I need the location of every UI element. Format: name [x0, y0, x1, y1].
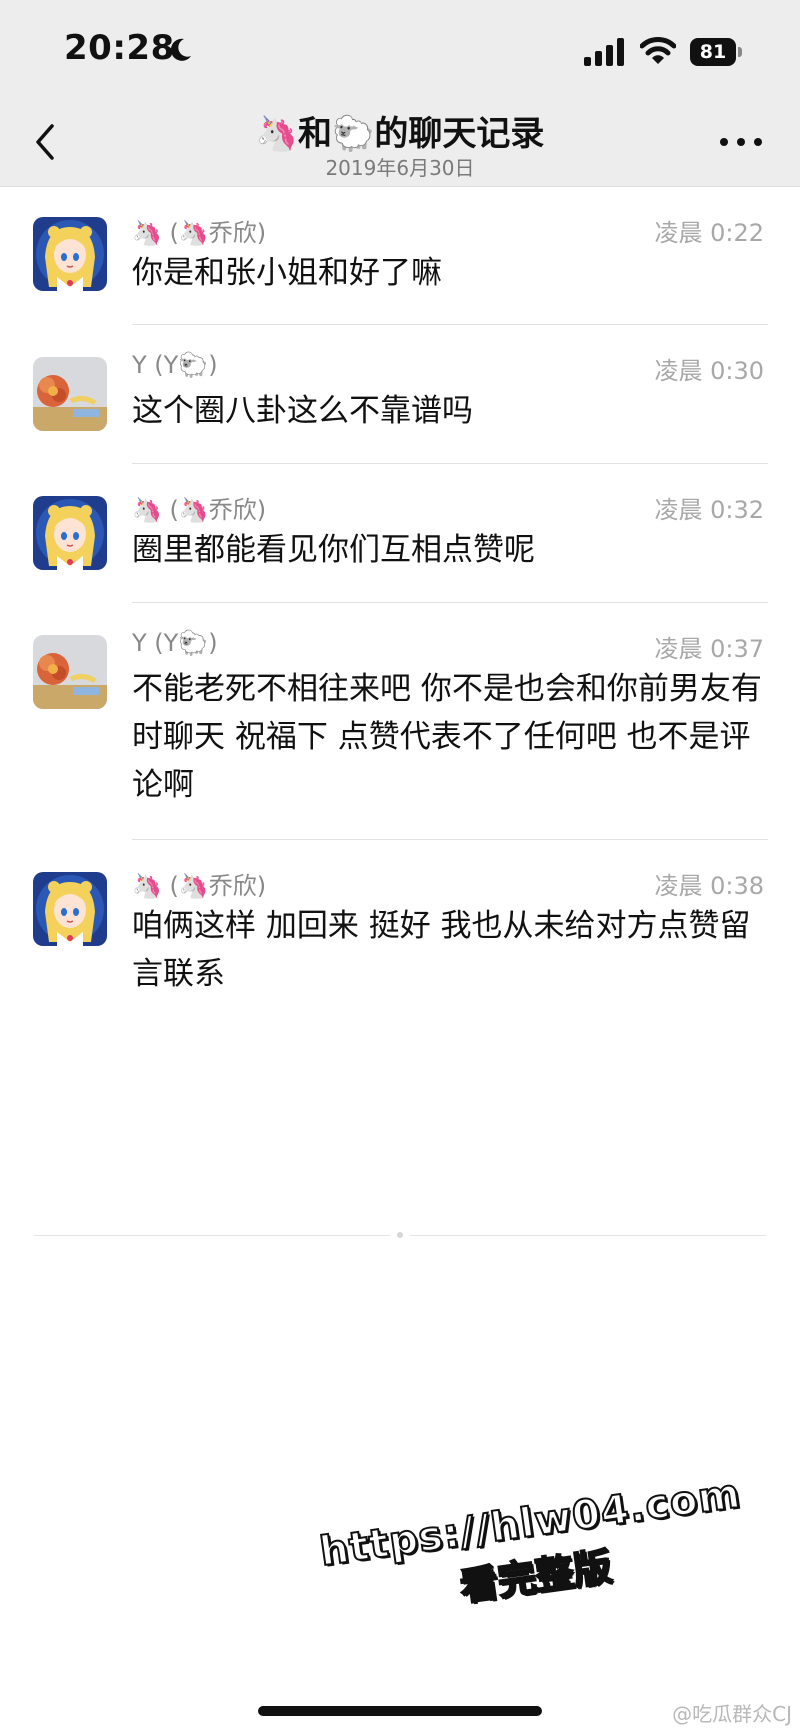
sender-name: 🦄 (🦄乔欣) — [132, 872, 267, 900]
home-indicator[interactable] — [258, 1706, 542, 1716]
page-subtitle-date: 2019年6月30日 — [325, 156, 475, 180]
watermark: https://hlw04.com 看完整版 — [316, 1470, 747, 1629]
message-text: 你是和张小姐和好了嘛 — [132, 255, 442, 291]
sailor-girl-avatar-icon — [33, 872, 107, 946]
sender-name: 🦄 (🦄乔欣) — [132, 219, 267, 247]
avatar[interactable] — [33, 872, 107, 946]
message-text: 这个圈八卦这么不靠谱吗 — [132, 393, 473, 429]
status-bar: 20:28 81 — [0, 0, 800, 100]
flower-photo-avatar-icon — [33, 635, 107, 709]
divider — [132, 463, 768, 464]
message-time: 凌晨 0:30 — [654, 357, 764, 385]
wifi-icon — [640, 37, 676, 64]
sailor-girl-avatar-icon — [33, 217, 107, 291]
divider — [132, 839, 768, 840]
end-divider-dot — [397, 1232, 403, 1238]
nav-bar: 🦄和🐑的聊天记录 2019年6月30日 — [0, 100, 800, 187]
battery-nub — [738, 47, 742, 57]
avatar[interactable] — [33, 217, 107, 291]
more-icon[interactable] — [718, 132, 764, 152]
source-credit: @吃瓜群众CJ — [672, 1702, 792, 1726]
signal-icon — [584, 38, 624, 66]
page-title: 🦄和🐑的聊天记录 — [255, 114, 545, 154]
message-text: 圈里都能看见你们互相点赞呢 — [132, 532, 535, 568]
battery-level: 81 — [690, 38, 736, 66]
flower-photo-avatar-icon — [33, 357, 107, 431]
sender-name: Y (Y🐑) — [132, 351, 218, 379]
avatar[interactable] — [33, 357, 107, 431]
divider — [132, 324, 768, 325]
avatar[interactable] — [33, 496, 107, 570]
message-time: 凌晨 0:22 — [654, 219, 764, 247]
message-time: 凌晨 0:32 — [654, 496, 764, 524]
sender-name: 🦄 (🦄乔欣) — [132, 496, 267, 524]
status-time: 20:28 — [64, 28, 175, 68]
moon-icon — [170, 38, 191, 61]
sailor-girl-avatar-icon — [33, 496, 107, 570]
end-divider-right — [410, 1235, 766, 1236]
battery-icon: 81 — [690, 38, 742, 66]
message-time: 凌晨 0:37 — [654, 635, 764, 663]
end-divider-left — [34, 1235, 390, 1236]
divider — [132, 602, 768, 603]
message-time: 凌晨 0:38 — [654, 872, 764, 900]
message-text: 咱俩这样 加回来 挺好 我也从未给对方点赞留言联系 — [132, 908, 751, 992]
sender-name: Y (Y🐑) — [132, 629, 218, 657]
message-text: 不能老死不相往来吧 你不是也会和你前男友有时聊天 祝福下 点赞代表不了任何吧 也… — [132, 671, 762, 803]
avatar[interactable] — [33, 635, 107, 709]
